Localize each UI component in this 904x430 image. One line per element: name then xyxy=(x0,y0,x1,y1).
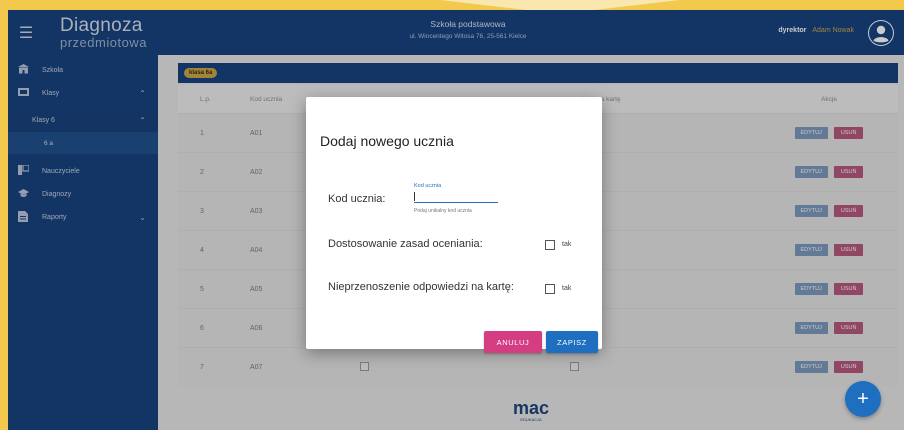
add-student-dialog: Dodaj nowego ucznia Kod ucznia: Kod uczn… xyxy=(306,97,602,353)
student-code-label: Kod ucznia: xyxy=(328,193,386,205)
cancel-button[interactable]: ANULUJ xyxy=(484,331,542,353)
save-button[interactable]: ZAPISZ xyxy=(546,331,598,353)
grading-adjustment-checkbox[interactable] xyxy=(545,240,555,250)
no-answer-transfer-checkbox-label[interactable]: tak xyxy=(562,285,571,292)
dialog-title: Dodaj nowego ucznia xyxy=(320,133,454,149)
text-caret xyxy=(414,192,415,201)
grading-adjustment-label: Dostosowanie zasad oceniania: xyxy=(328,238,483,250)
student-code-floating-label: Kod ucznia xyxy=(414,183,442,189)
student-code-input[interactable] xyxy=(414,191,498,203)
add-student-fab[interactable]: + xyxy=(845,381,881,417)
grading-adjustment-checkbox-label[interactable]: tak xyxy=(562,241,571,248)
no-answer-transfer-checkbox[interactable] xyxy=(545,284,555,294)
student-code-field[interactable]: Kod ucznia Podaj unikalny kod ucznia xyxy=(414,183,498,214)
no-answer-transfer-label: Nieprzenoszenie odpowiedzi na kartę: xyxy=(328,281,514,293)
app-window: ☰ Diagnoza przedmiotowa Szkoła podstawow… xyxy=(8,10,904,430)
student-code-helper-text: Podaj unikalny kod ucznia xyxy=(414,208,472,214)
